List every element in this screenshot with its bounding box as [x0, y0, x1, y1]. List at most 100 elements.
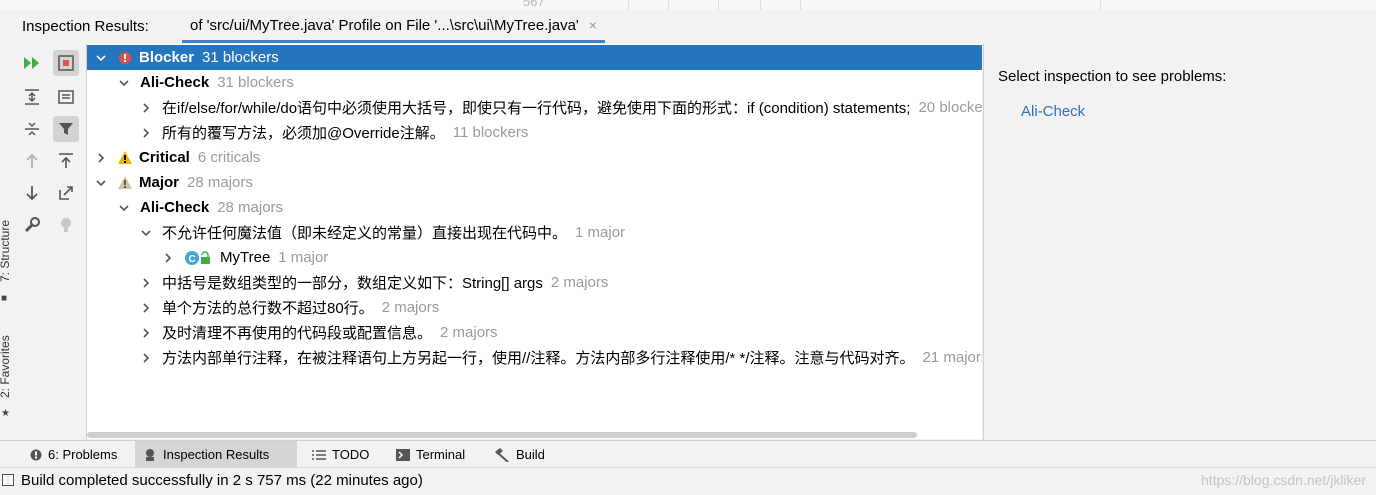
ali-check-link[interactable]: Ali-Check	[1021, 103, 1085, 120]
group-by-directory-button[interactable]	[53, 84, 79, 110]
problems-tab[interactable]: 6: Problems	[22, 441, 125, 468]
tree-row-inspection[interactable]: 及时清理不再使用的代码段或配置信息。 2 majors	[87, 320, 982, 345]
line-number: 567	[523, 0, 545, 9]
export-button[interactable]	[53, 148, 79, 174]
tree-row-label: Ali-Check	[140, 199, 210, 216]
chevron-right-icon[interactable]	[95, 152, 107, 164]
left-tool-stripe: ■ 7: Structure ★ 2: Favorites	[0, 10, 15, 440]
tree-row-count: 1 major	[575, 224, 626, 241]
status-square-icon	[2, 474, 14, 486]
tree-row-inspection[interactable]: 不允许任何魔法值（即未经定义的常量）直接出现在代码中。 1 major	[87, 220, 982, 245]
tree-row-ali-check[interactable]: Ali-Check 31 blockers	[87, 70, 982, 95]
chevron-right-icon[interactable]	[140, 302, 152, 314]
wrench-icon	[24, 217, 40, 233]
terminal-tab-label: Terminal	[416, 447, 466, 462]
jump-to-source-icon	[59, 186, 73, 200]
chevron-down-icon[interactable]	[140, 227, 152, 239]
collapse-all-icon	[25, 122, 39, 136]
collapse-all-button[interactable]	[19, 116, 45, 142]
tree-row-label: 单个方法的总行数不超过80行。	[162, 300, 374, 317]
tree-row-count: 21 majors	[922, 349, 982, 366]
next-problem-button[interactable]	[19, 180, 45, 206]
tree-row-file[interactable]: C MyTree 1 major	[87, 245, 982, 270]
tree-row-ali-check[interactable]: Ali-Check 28 majors	[87, 195, 982, 220]
chevron-down-icon[interactable]	[95, 52, 107, 64]
tree-row-label: MyTree	[220, 249, 271, 266]
rerun-icon	[24, 57, 39, 69]
arrow-up-icon	[26, 153, 38, 168]
todo-tab[interactable]: TODO	[304, 441, 377, 468]
problems-icon	[30, 449, 42, 460]
tree-row-inspection[interactable]: 所有的覆写方法，必须加@Override注解。 11 blockers	[87, 120, 982, 145]
profile-tab-label: of 'src/ui/MyTree.java' Profile on File …	[190, 16, 579, 34]
chevron-right-icon[interactable]	[140, 327, 152, 339]
tree-row-count: 2 majors	[440, 324, 498, 341]
chevron-right-icon[interactable]	[140, 102, 152, 114]
previous-problem-button[interactable]	[19, 148, 45, 174]
chevron-down-icon[interactable]	[95, 177, 107, 189]
todo-tab-label: TODO	[332, 447, 370, 462]
editor-column-divider	[668, 0, 669, 10]
tree-row-inspection[interactable]: 单个方法的总行数不超过80行。 2 majors	[87, 295, 982, 320]
tree-row-count: 28 majors	[187, 174, 253, 191]
lightbulb-icon	[61, 218, 71, 232]
chevron-down-icon[interactable]	[118, 202, 130, 214]
settings-button[interactable]	[19, 212, 45, 238]
status-bar: Build completed successfully in 2 s 757 …	[0, 467, 1376, 495]
problem-detail-panel: Select inspection to see problems: Ali-C…	[983, 44, 1376, 440]
filter-button[interactable]	[53, 116, 79, 142]
tree-row-major[interactable]: Major 28 majors	[87, 170, 982, 195]
tree-row-blocker[interactable]: Blocker 31 blockers	[87, 45, 982, 70]
tree-row-label: 方法内部单行注释，在被注释语句上方另起一行，使用//注释。方法内部多行注释使用/…	[162, 350, 915, 367]
favorites-tab[interactable]: 2: Favorites	[0, 335, 12, 398]
major-warning-icon	[117, 175, 133, 191]
header-label: Inspection Results:	[22, 18, 149, 35]
horizontal-scrollbar[interactable]	[87, 430, 982, 439]
detail-title: Select inspection to see problems:	[998, 68, 1227, 85]
inspection-icon	[146, 448, 154, 461]
inspection-results-tab[interactable]: Inspection Results	[135, 441, 297, 468]
tree-row-inspection[interactable]: 中括号是数组类型的一部分，数组定义如下：String[] args 2 majo…	[87, 270, 982, 295]
tree-row-label: Blocker	[139, 49, 195, 66]
tree-row-count: 6 criticals	[197, 149, 261, 166]
tree-row-label: 在if/else/for/while/do语句中必须使用大括号，即使只有一行代码…	[162, 100, 911, 117]
chevron-right-icon[interactable]	[140, 352, 152, 364]
structure-tab[interactable]: 7: Structure	[0, 220, 12, 282]
editor-column-divider	[800, 0, 801, 10]
chevron-right-icon[interactable]	[140, 277, 152, 289]
terminal-tab[interactable]: Terminal	[388, 441, 473, 468]
directory-icon	[58, 90, 74, 104]
scrollbar-thumb[interactable]	[87, 432, 917, 438]
java-class-icon: C	[184, 250, 214, 266]
tree-row-inspection[interactable]: 在if/else/for/while/do语句中必须使用大括号，即使只有一行代码…	[87, 95, 982, 120]
group-by-severity-button[interactable]	[53, 50, 79, 76]
expand-all-button[interactable]	[19, 84, 45, 110]
build-tab[interactable]: Build	[486, 441, 553, 468]
group-by-severity-icon	[58, 55, 74, 71]
arrow-down-icon	[26, 186, 38, 201]
tree-row-label: 中括号是数组类型的一部分，数组定义如下：String[] args	[162, 275, 543, 292]
editor-column-divider	[760, 0, 761, 10]
profile-tab[interactable]: of 'src/ui/MyTree.java' Profile on File …	[182, 10, 605, 43]
chevron-down-icon[interactable]	[118, 77, 130, 89]
rerun-button[interactable]	[19, 50, 45, 76]
build-tab-label: Build	[516, 447, 545, 462]
inspection-toolbar	[14, 44, 87, 440]
tree-row-label: Major	[139, 174, 180, 191]
tool-window-bar: 6: Problems Inspection Results TODO Term…	[0, 440, 1376, 468]
terminal-icon	[396, 448, 410, 461]
tree-row-label: 不允许任何魔法值（即未经定义的常量）直接出现在代码中。	[162, 225, 568, 242]
tree-row-count: 2 majors	[550, 274, 609, 291]
svg-text:C: C	[189, 254, 196, 265]
quick-fix-button[interactable]	[53, 212, 79, 238]
tree-row-critical[interactable]: Critical 6 criticals	[87, 145, 982, 170]
chevron-right-icon[interactable]	[140, 127, 152, 139]
open-source-button[interactable]	[53, 180, 79, 206]
todo-list-icon	[312, 449, 326, 460]
tree-row-inspection[interactable]: 方法内部单行注释，在被注释语句上方另起一行，使用//注释。方法内部多行注释使用/…	[87, 345, 982, 370]
close-icon[interactable]: ×	[589, 17, 597, 33]
inspection-header: Inspection Results: of 'src/ui/MyTree.ja…	[14, 10, 1376, 45]
chevron-right-icon[interactable]	[162, 252, 174, 264]
editor-column-divider	[628, 0, 629, 10]
watermark: https://blog.csdn.net/jkliker	[1201, 472, 1366, 488]
